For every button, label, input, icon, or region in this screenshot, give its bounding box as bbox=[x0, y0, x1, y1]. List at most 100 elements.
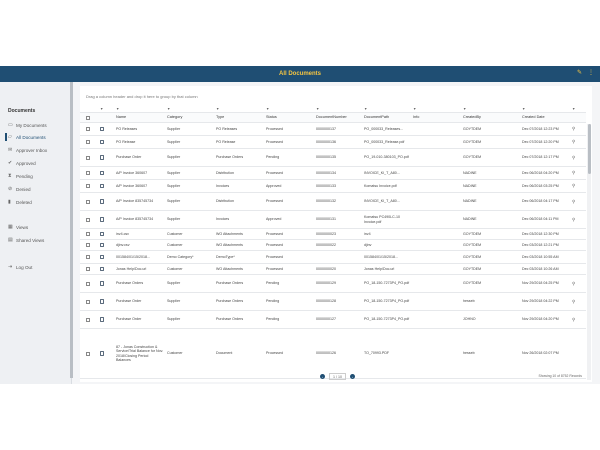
document-icon[interactable] bbox=[100, 231, 104, 237]
table-row[interactable]: A/P Invoice 360607 Supplier Invoices Approv… bbox=[80, 180, 586, 193]
filter-icon[interactable]: ▼ bbox=[167, 106, 170, 112]
filter-icon[interactable]: ▼ bbox=[216, 106, 219, 112]
table-row[interactable]: djinv.csv Customer WO Attachments Processed… bbox=[80, 240, 586, 251]
column-header-name[interactable]: Name bbox=[116, 113, 165, 122]
table-row[interactable]: Purchase Orders Supplier Purchase Orders Pe… bbox=[80, 275, 586, 293]
paperclip-icon[interactable]: ⚲ bbox=[572, 311, 575, 328]
sidebar-item-views[interactable]: ▦ Views bbox=[8, 222, 68, 232]
page-indicator[interactable]: 1 / 10 bbox=[329, 373, 346, 380]
paperclip-icon[interactable]: ⚲ bbox=[572, 136, 575, 148]
paperclip-icon[interactable]: ⚲ bbox=[572, 167, 575, 179]
column-header-category[interactable]: Category bbox=[167, 113, 214, 122]
sidebar-scrollbar[interactable] bbox=[70, 82, 73, 378]
document-icon[interactable] bbox=[100, 170, 104, 176]
sidebar-item-shared-views[interactable]: ▤ Shared Views bbox=[8, 235, 68, 245]
sidebar-item-pending[interactable]: ⧗ Pending bbox=[8, 171, 68, 181]
row-checkbox[interactable] bbox=[86, 155, 90, 160]
grid-scrollbar[interactable] bbox=[587, 124, 591, 380]
filter-icon[interactable]: ▼ bbox=[364, 106, 367, 112]
table-row[interactable]: PO Release Supplier PO Release Processed 000… bbox=[80, 136, 586, 149]
row-checkbox[interactable] bbox=[86, 317, 90, 322]
column-header-info[interactable]: Info bbox=[413, 113, 461, 122]
cell-name: A/P Invoice 360607 bbox=[116, 170, 148, 175]
table-row[interactable]: PO Releases Supplier PO Releases Processed 0… bbox=[80, 123, 586, 136]
column-header-type[interactable]: Type bbox=[216, 113, 264, 122]
cell-by: NADINE bbox=[463, 183, 477, 188]
more-vertical-icon[interactable]: ⋮ bbox=[588, 69, 594, 76]
cell-path: Jonas Help/Doc.url bbox=[364, 266, 395, 271]
column-header-documentpath[interactable]: DocumentPath bbox=[364, 113, 411, 122]
paperclip-icon[interactable]: ⚲ bbox=[572, 123, 575, 135]
document-icon[interactable] bbox=[100, 183, 104, 189]
document-icon[interactable] bbox=[100, 266, 104, 272]
document-icon[interactable] bbox=[100, 351, 104, 356]
filter-icon[interactable]: ▼ bbox=[116, 106, 119, 112]
document-icon[interactable] bbox=[100, 126, 104, 132]
paperclip-icon[interactable]: ⚲ bbox=[572, 149, 575, 166]
table-row[interactable]: inv4.csv Customer WO Attachments Processed 0… bbox=[80, 229, 586, 240]
column-header-created-date[interactable]: Created Date bbox=[522, 113, 570, 122]
cell-by: NADINE bbox=[463, 199, 477, 204]
row-checkbox[interactable] bbox=[86, 243, 90, 247]
sidebar-item-log-out[interactable]: ⇥ Log Out bbox=[8, 262, 68, 272]
cell-by: GOYTDEM bbox=[463, 155, 482, 160]
filter-icon[interactable]: ▼ bbox=[572, 106, 575, 112]
paperclip-icon[interactable]: ⚲ bbox=[572, 211, 575, 228]
filter-icon[interactable]: ▼ bbox=[522, 106, 525, 112]
sidebar-item-deleted[interactable]: ▮ Deleted bbox=[8, 197, 68, 207]
row-checkbox[interactable] bbox=[86, 127, 90, 131]
table-row[interactable]: 87 - Jonas Construction & Service/Trial … bbox=[80, 329, 586, 379]
table-row[interactable]: 001584/01/15/2018... Demo Category* DemoTy… bbox=[80, 251, 586, 264]
table-row[interactable]: A/P Invoice 360607 Supplier Distribution Pr… bbox=[80, 167, 586, 180]
filter-icon[interactable]: ▼ bbox=[316, 106, 319, 112]
document-icon[interactable] bbox=[100, 217, 104, 222]
table-row[interactable]: A/P Invoice 835745734 Supplier Invoices App… bbox=[80, 211, 586, 229]
filter-icon[interactable]: ▼ bbox=[100, 106, 103, 112]
row-checkbox[interactable] bbox=[86, 199, 90, 204]
filter-icon[interactable]: ▼ bbox=[463, 106, 466, 112]
filter-icon[interactable]: ▼ bbox=[266, 106, 269, 112]
sidebar-item-my-documents[interactable]: ▭ My Documents bbox=[8, 120, 68, 130]
row-checkbox[interactable] bbox=[86, 184, 90, 188]
select-all-checkbox[interactable] bbox=[86, 115, 90, 120]
paperclip-icon[interactable]: ⚲ bbox=[572, 293, 575, 310]
table-row[interactable]: Purchase Order Supplier Purchase Orders Pen… bbox=[80, 311, 586, 329]
row-checkbox[interactable] bbox=[86, 217, 90, 222]
document-icon[interactable] bbox=[100, 317, 104, 322]
row-checkbox[interactable] bbox=[86, 351, 90, 356]
cell-status: Pending bbox=[266, 299, 280, 304]
document-icon[interactable] bbox=[100, 299, 104, 304]
sidebar-item-all-documents[interactable]: ▱ All Documents bbox=[5, 132, 68, 142]
cell-name: Purchase Order bbox=[116, 317, 142, 322]
column-header-status[interactable]: Status bbox=[266, 113, 314, 122]
paperclip-icon[interactable]: ⚲ bbox=[572, 193, 575, 210]
paperclip-icon[interactable]: ⚲ bbox=[572, 180, 575, 192]
pencil-icon[interactable]: ✎ bbox=[577, 69, 582, 76]
sidebar-item-approved[interactable]: ✔ Approved bbox=[8, 158, 68, 168]
sidebar-item-denied[interactable]: ⊘ Denied bbox=[8, 184, 68, 194]
row-checkbox[interactable] bbox=[86, 140, 90, 144]
chevron-right-icon[interactable]: › bbox=[350, 374, 355, 379]
row-checkbox[interactable] bbox=[86, 267, 90, 271]
table-row[interactable]: Purchase Order Supplier Purchase Orders Pen… bbox=[80, 149, 586, 167]
sidebar-item-approver-inbox[interactable]: ✉ Approver Inbox bbox=[8, 145, 68, 155]
row-checkbox[interactable] bbox=[86, 232, 90, 236]
document-icon[interactable] bbox=[100, 199, 104, 204]
paperclip-icon[interactable]: ⚲ bbox=[572, 275, 575, 292]
column-header-createdby[interactable]: CreatedBy bbox=[463, 113, 520, 122]
row-checkbox[interactable] bbox=[86, 255, 90, 259]
table-row[interactable]: Jonas Help/Doc.url Customer WO Attachments… bbox=[80, 264, 586, 275]
row-checkbox[interactable] bbox=[86, 281, 90, 286]
table-row[interactable]: Purchase Order Supplier Purchase Orders Pen… bbox=[80, 293, 586, 311]
document-icon[interactable] bbox=[100, 155, 104, 160]
filter-icon[interactable]: ▼ bbox=[413, 106, 416, 112]
document-icon[interactable] bbox=[100, 254, 104, 260]
document-icon[interactable] bbox=[100, 139, 104, 145]
column-header-documentnumber[interactable]: DocumentNumber bbox=[316, 113, 362, 122]
document-icon[interactable] bbox=[100, 281, 104, 286]
chevron-left-icon[interactable]: ‹ bbox=[320, 374, 325, 379]
document-icon[interactable] bbox=[100, 242, 104, 248]
row-checkbox[interactable] bbox=[86, 299, 90, 304]
row-checkbox[interactable] bbox=[86, 171, 90, 175]
table-row[interactable]: A/P Invoice 835745734 Supplier Distributio… bbox=[80, 193, 586, 211]
